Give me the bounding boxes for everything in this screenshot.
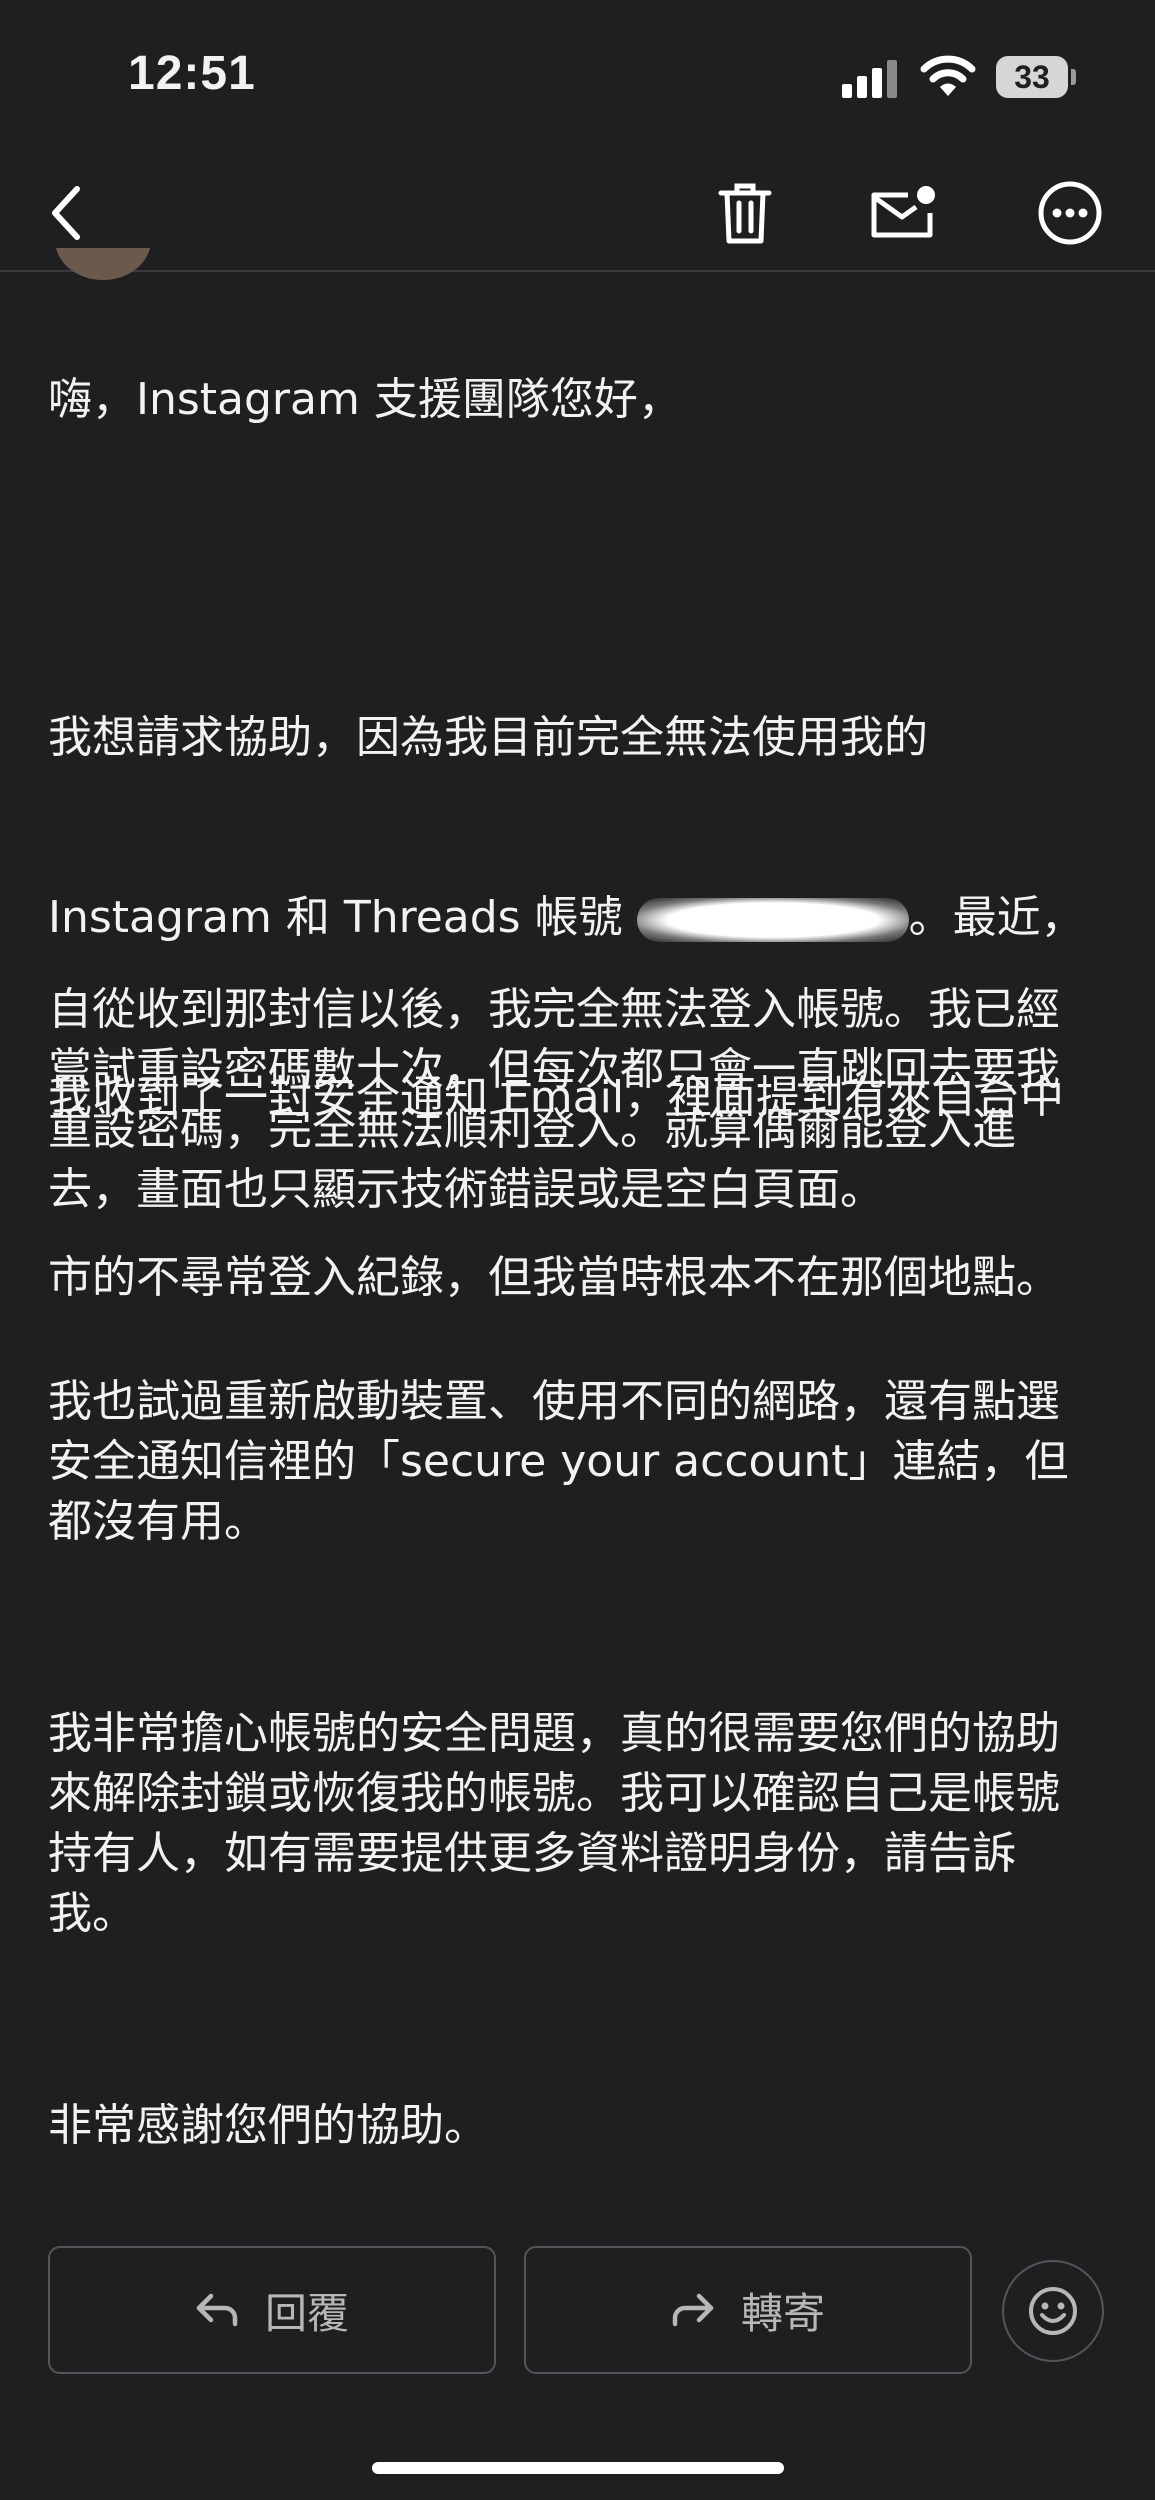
cellular-signal-icon bbox=[842, 58, 900, 98]
email-paragraph-1-line-1: 我想請求協助，因為我目前完全無法使用我的 bbox=[48, 712, 928, 763]
forward-arrow-icon bbox=[672, 2293, 714, 2327]
email-paragraph-1-line-2-end: 。最近， bbox=[908, 892, 1085, 943]
email-paragraph-1-line-2: Instagram 和 Threads 帳號 。最近， bbox=[48, 888, 1085, 948]
reply-label: 回覆 bbox=[264, 2288, 349, 2338]
mail-toolbar bbox=[0, 150, 1155, 272]
wifi-icon bbox=[920, 55, 976, 96]
home-indicator[interactable] bbox=[372, 2462, 784, 2474]
mail-unread-icon[interactable] bbox=[868, 178, 938, 248]
email-closing: 非常感謝您們的協助。 bbox=[48, 2100, 488, 2151]
email-paragraph-1-line-4: 市的不尋常登入紀錄，但我當時根本不在那個地點。 bbox=[48, 1252, 1060, 1303]
forward-button[interactable]: 轉寄 bbox=[524, 2246, 972, 2374]
battery-level: 33 bbox=[1014, 59, 1050, 95]
email-paragraph-2: 自從收到那封信以後，我完全無法登入帳號。我已經 嘗試重設密碼數十次，但每次都只會… bbox=[48, 984, 1060, 1215]
status-time: 12:51 bbox=[128, 47, 256, 100]
forward-label: 轉寄 bbox=[740, 2288, 825, 2338]
emoji-reaction-button[interactable] bbox=[1002, 2260, 1104, 2362]
reply-arrow-icon bbox=[196, 2293, 238, 2327]
battery-icon: 33 bbox=[996, 56, 1076, 98]
email-greeting: 嗨，Instagram 支援團隊您好， bbox=[48, 374, 682, 425]
back-chevron-icon[interactable] bbox=[30, 178, 100, 248]
email-paragraph-1-line-2-start: Instagram 和 Threads 帳號 bbox=[48, 892, 637, 943]
email-paragraph-3: 我也試過重新啟動裝置、使用不同的網路，還有點選 安全通知信裡的「secure y… bbox=[48, 1376, 1069, 1547]
status-bar: 12:51 33 bbox=[0, 0, 1155, 150]
redacted-username bbox=[636, 898, 909, 942]
more-icon[interactable] bbox=[1035, 178, 1105, 248]
reply-button[interactable]: 回覆 bbox=[48, 2246, 496, 2374]
email-paragraph-4: 我非常擔心帳號的安全問題，真的很需要您們的協助 來解除封鎖或恢復我的帳號。我可以… bbox=[48, 1708, 1060, 1939]
smiley-icon bbox=[1029, 2287, 1077, 2335]
trash-icon[interactable] bbox=[710, 178, 780, 248]
